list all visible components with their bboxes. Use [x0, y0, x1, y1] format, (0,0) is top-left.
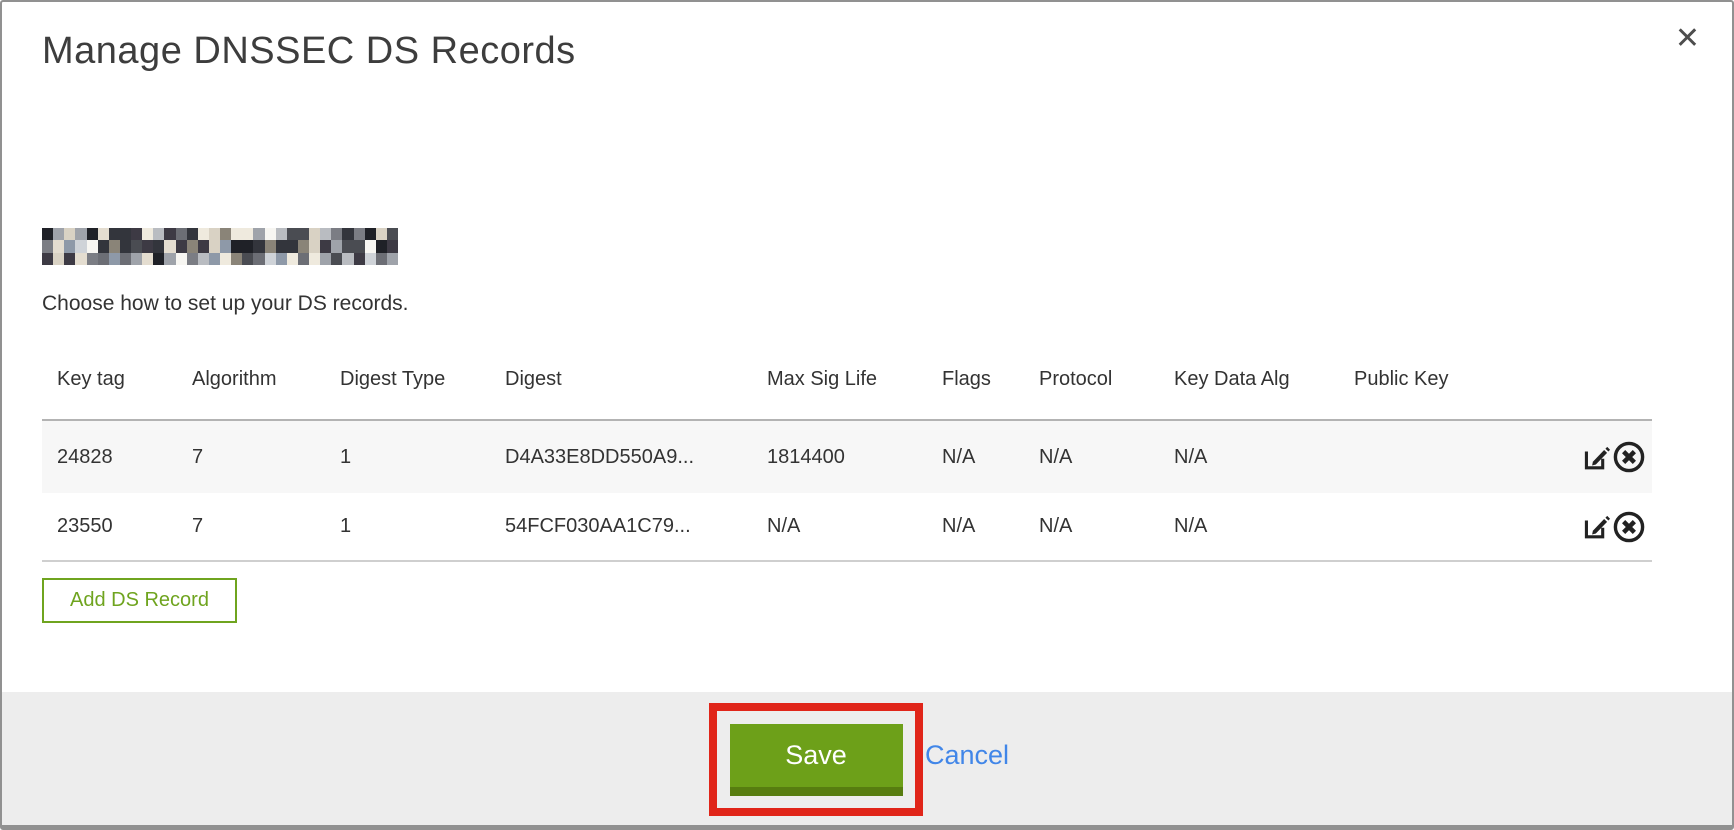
cell-max-sig-life: 1814400: [752, 420, 927, 493]
cell-digest: 54FCF030AA1C79...: [490, 493, 752, 561]
annotation-red-box: Save: [709, 703, 923, 816]
cell-algorithm: 7: [177, 493, 325, 561]
col-algorithm: Algorithm: [177, 340, 325, 420]
close-icon[interactable]: ✕: [1675, 24, 1700, 54]
col-digest: Digest: [490, 340, 752, 420]
modal-footer: Save Cancel: [2, 692, 1732, 825]
edit-record-icon[interactable]: [1581, 442, 1612, 473]
col-actions: [1557, 340, 1652, 420]
save-button[interactable]: Save: [730, 724, 903, 796]
delete-record-icon[interactable]: [1612, 510, 1646, 544]
cell-key-tag: 24828: [42, 420, 177, 493]
table-row: 23550 7 1 54FCF030AA1C79... N/A N/A N/A …: [42, 493, 1652, 561]
cell-public-key: [1339, 493, 1557, 561]
cell-digest-type: 1: [325, 493, 490, 561]
cell-digest: D4A33E8DD550A9...: [490, 420, 752, 493]
page-title: Manage DNSSEC DS Records: [42, 30, 576, 73]
cell-key-tag: 23550: [42, 493, 177, 561]
col-protocol: Protocol: [1024, 340, 1159, 420]
col-public-key: Public Key: [1339, 340, 1557, 420]
dnssec-modal: Manage DNSSEC DS Records ✕ Choose how to…: [0, 0, 1734, 830]
cell-protocol: N/A: [1024, 493, 1159, 561]
redacted-domain-name: [42, 228, 398, 265]
col-digest-type: Digest Type: [325, 340, 490, 420]
col-flags: Flags: [927, 340, 1024, 420]
col-key-data-alg: Key Data Alg: [1159, 340, 1339, 420]
delete-record-icon[interactable]: [1612, 440, 1646, 474]
add-ds-record-button[interactable]: Add DS Record: [42, 578, 237, 623]
cell-protocol: N/A: [1024, 420, 1159, 493]
cell-flags: N/A: [927, 493, 1024, 561]
col-max-sig-life: Max Sig Life: [752, 340, 927, 420]
edit-record-icon[interactable]: [1581, 511, 1612, 542]
cell-key-data-alg: N/A: [1159, 493, 1339, 561]
table-header-row: Key tag Algorithm Digest Type Digest Max…: [42, 340, 1652, 420]
cell-key-data-alg: N/A: [1159, 420, 1339, 493]
ds-records-table: Key tag Algorithm Digest Type Digest Max…: [42, 340, 1652, 562]
cancel-link[interactable]: Cancel: [925, 740, 1009, 771]
cell-flags: N/A: [927, 420, 1024, 493]
instruction-text: Choose how to set up your DS records.: [42, 292, 409, 316]
cell-algorithm: 7: [177, 420, 325, 493]
cell-digest-type: 1: [325, 420, 490, 493]
cell-max-sig-life: N/A: [752, 493, 927, 561]
col-key-tag: Key tag: [42, 340, 177, 420]
cell-public-key: [1339, 420, 1557, 493]
table-row: 24828 7 1 D4A33E8DD550A9... 1814400 N/A …: [42, 420, 1652, 493]
